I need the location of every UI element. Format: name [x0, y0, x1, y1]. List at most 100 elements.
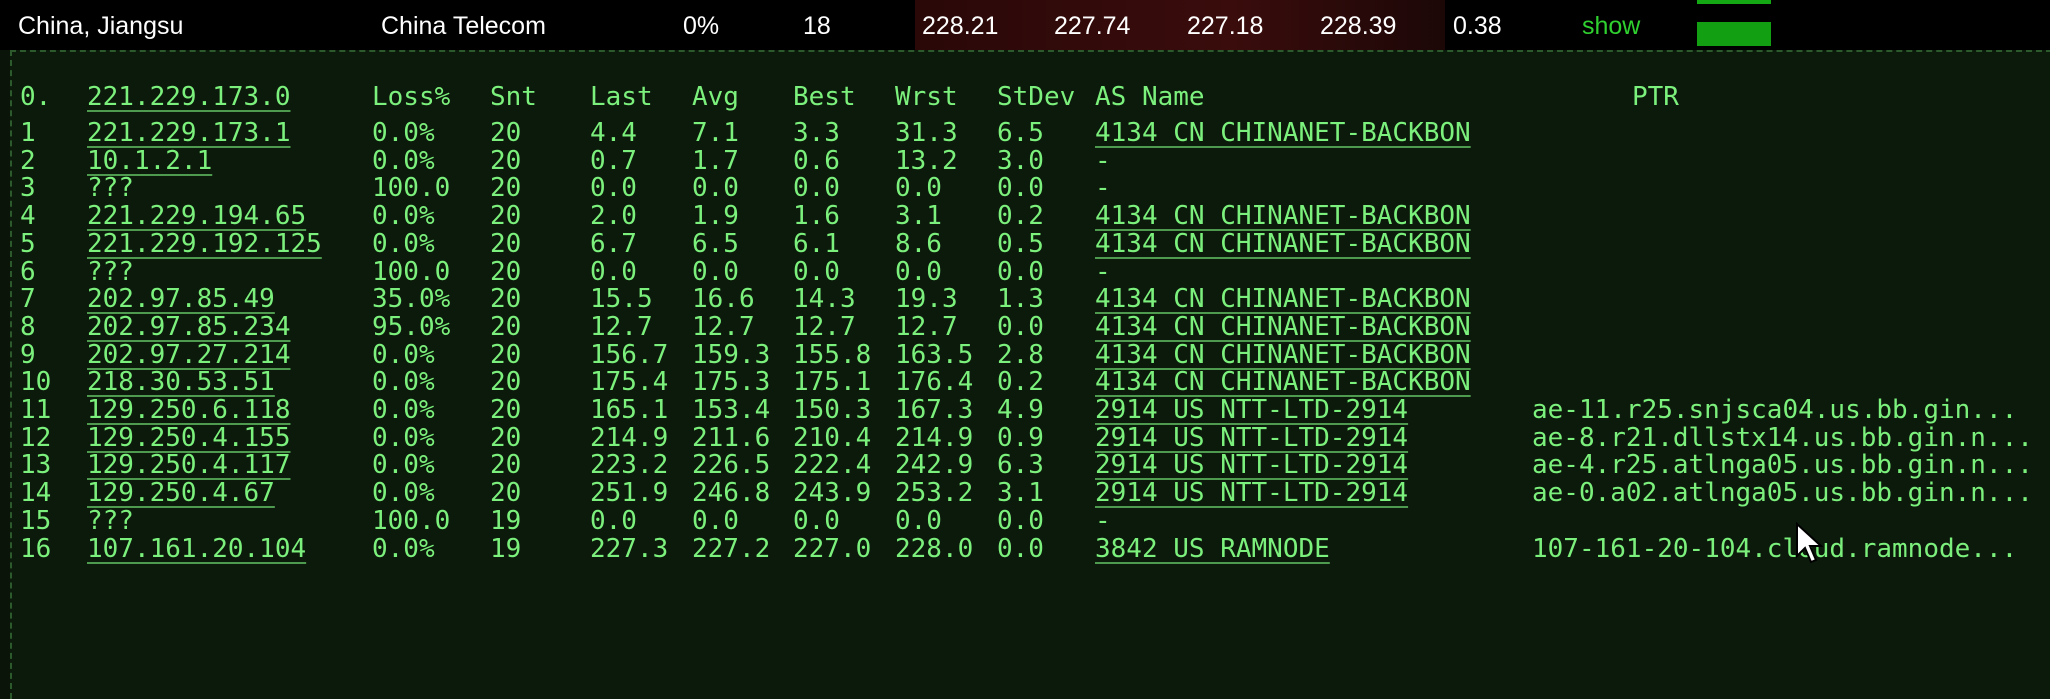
- header-avg: Avg: [692, 82, 739, 112]
- hop-stdev: 0.0: [997, 256, 1044, 287]
- hop-avg: 0.0: [692, 173, 739, 204]
- hop-index: 3: [20, 173, 36, 204]
- hop-as-name[interactable]: 4134 CN CHINANET-BACKBON: [1095, 312, 1471, 342]
- hop-index: 14: [20, 478, 52, 509]
- hop-as-name: -: [1095, 145, 1111, 176]
- hop-last: 214.9: [590, 422, 669, 453]
- hop-ptr: ae-11.r25.snjsca04.us.bb.gin...: [1532, 395, 2018, 425]
- hop-best: 155.8: [793, 339, 872, 370]
- header-loss: Loss%: [372, 82, 451, 112]
- summary-last: 228.21: [922, 12, 999, 40]
- hop-loss: 0.0%: [372, 422, 435, 453]
- summary-isp: China Telecom: [381, 12, 546, 40]
- hop-best: 0.0: [793, 505, 840, 536]
- hop-sent: 20: [490, 339, 522, 370]
- hop-host[interactable]: 129.250.6.118: [87, 395, 291, 425]
- hop-host[interactable]: 129.250.4.155: [87, 423, 291, 453]
- hop-as-name[interactable]: 2914 US NTT-LTD-2914: [1095, 450, 1408, 480]
- hop-worst: 13.2: [895, 145, 958, 176]
- hop-stdev: 3.1: [997, 478, 1044, 509]
- hop-host[interactable]: 129.250.4.67: [87, 478, 275, 508]
- header-last: Last: [590, 82, 653, 112]
- summary-worst: 228.39: [1320, 12, 1397, 40]
- hop-sent: 20: [490, 395, 522, 425]
- hop-avg: 6.5: [692, 228, 739, 259]
- hop-host[interactable]: 202.97.85.49: [87, 284, 275, 314]
- hop-avg: 246.8: [692, 478, 771, 509]
- hop-best: 243.9: [793, 478, 872, 509]
- hop-worst: 0.0: [895, 505, 942, 536]
- hop-index: 11: [20, 395, 52, 425]
- hop-sent: 20: [490, 118, 522, 148]
- hop-worst: 163.5: [895, 339, 974, 370]
- hop-stdev: 2.8: [997, 339, 1044, 370]
- mouse-cursor-icon: [1796, 521, 1824, 564]
- summary-best: 227.18: [1187, 12, 1264, 40]
- hop-sent: 20: [490, 422, 522, 453]
- hop-loss: 0.0%: [372, 395, 435, 425]
- hop-best: 227.0: [793, 533, 872, 564]
- hop-as-name[interactable]: 2914 US NTT-LTD-2914: [1095, 395, 1408, 425]
- hop-host[interactable]: 202.97.85.234: [87, 312, 291, 342]
- hop-best: 0.6: [793, 145, 840, 176]
- hop-as-name[interactable]: 4134 CN CHINANET-BACKBON: [1095, 284, 1471, 314]
- hop-last: 4.4: [590, 118, 637, 148]
- hop-avg: 175.3: [692, 367, 771, 398]
- hop-sent: 20: [490, 173, 522, 204]
- hop-last: 251.9: [590, 478, 669, 509]
- hop-as-name[interactable]: 4134 CN CHINANET-BACKBON: [1095, 340, 1471, 370]
- hop-host: ???: [87, 173, 134, 204]
- hop-worst: 19.3: [895, 284, 958, 315]
- hop-loss: 0.0%: [372, 145, 435, 176]
- hop-host[interactable]: 202.97.27.214: [87, 340, 291, 370]
- hop-host[interactable]: 218.30.53.51: [87, 367, 275, 397]
- hop-best: 12.7: [793, 311, 856, 342]
- summary-location: China, Jiangsu: [18, 12, 184, 40]
- hop-avg: 16.6: [692, 284, 755, 315]
- hop-avg: 1.7: [692, 145, 739, 176]
- header-as-name: AS Name: [1095, 82, 1205, 112]
- hop-loss: 0.0%: [372, 533, 435, 564]
- hop-as-name[interactable]: 4134 CN CHINANET-BACKBON: [1095, 367, 1471, 397]
- hop-index: 4: [20, 201, 36, 232]
- header-host[interactable]: 221.229.173.0: [87, 82, 291, 112]
- header-wrst: Wrst: [895, 82, 958, 112]
- hop-stdev: 6.5: [997, 118, 1044, 148]
- hop-as-name[interactable]: 2914 US NTT-LTD-2914: [1095, 478, 1408, 508]
- summary-stdev: 0.38: [1453, 12, 1502, 40]
- hop-worst: 8.6: [895, 228, 942, 259]
- hop-as-name[interactable]: 4134 CN CHINANET-BACKBON: [1095, 201, 1471, 231]
- hop-worst: 167.3: [895, 395, 974, 425]
- hop-host[interactable]: 221.229.173.1: [87, 118, 291, 148]
- hop-ptr: 107-161-20-104.cloud.ramnode...: [1532, 533, 2018, 564]
- hop-sent: 19: [490, 505, 522, 536]
- hop-host[interactable]: 221.229.194.65: [87, 201, 306, 231]
- hop-as-name[interactable]: 2914 US NTT-LTD-2914: [1095, 423, 1408, 453]
- hop-as-name[interactable]: 4134 CN CHINANET-BACKBON: [1095, 229, 1471, 259]
- hop-index: 10: [20, 367, 52, 398]
- hop-host[interactable]: 107.161.20.104: [87, 534, 306, 564]
- hop-avg: 0.0: [692, 505, 739, 536]
- hop-avg: 211.6: [692, 422, 771, 453]
- latency-bar-fill: [1697, 22, 1771, 46]
- hop-as-name: -: [1095, 505, 1111, 536]
- hop-host[interactable]: 10.1.2.1: [87, 146, 212, 176]
- hop-as-name[interactable]: 4134 CN CHINANET-BACKBON: [1095, 118, 1471, 148]
- hop-as-name[interactable]: 3842 US RAMNODE: [1095, 534, 1330, 564]
- trace-terminal[interactable]: 0. 221.229.173.0 Loss% Snt Last Avg Best…: [10, 50, 2050, 699]
- hop-index: 8: [20, 311, 36, 342]
- latency-bar: [1697, 0, 1771, 46]
- hop-sent: 19: [490, 533, 522, 564]
- hop-host[interactable]: 221.229.192.125: [87, 229, 322, 259]
- show-link[interactable]: show: [1582, 12, 1640, 41]
- hop-index: 5: [20, 228, 36, 259]
- hop-sent: 20: [490, 450, 522, 481]
- hop-stdev: 0.9: [997, 422, 1044, 453]
- hop-worst: 0.0: [895, 173, 942, 204]
- hop-worst: 214.9: [895, 422, 974, 453]
- hop-worst: 12.7: [895, 311, 958, 342]
- hop-worst: 242.9: [895, 450, 974, 481]
- hop-host[interactable]: 129.250.4.117: [87, 450, 291, 480]
- hop-index: 9: [20, 339, 36, 370]
- hop-avg: 227.2: [692, 533, 771, 564]
